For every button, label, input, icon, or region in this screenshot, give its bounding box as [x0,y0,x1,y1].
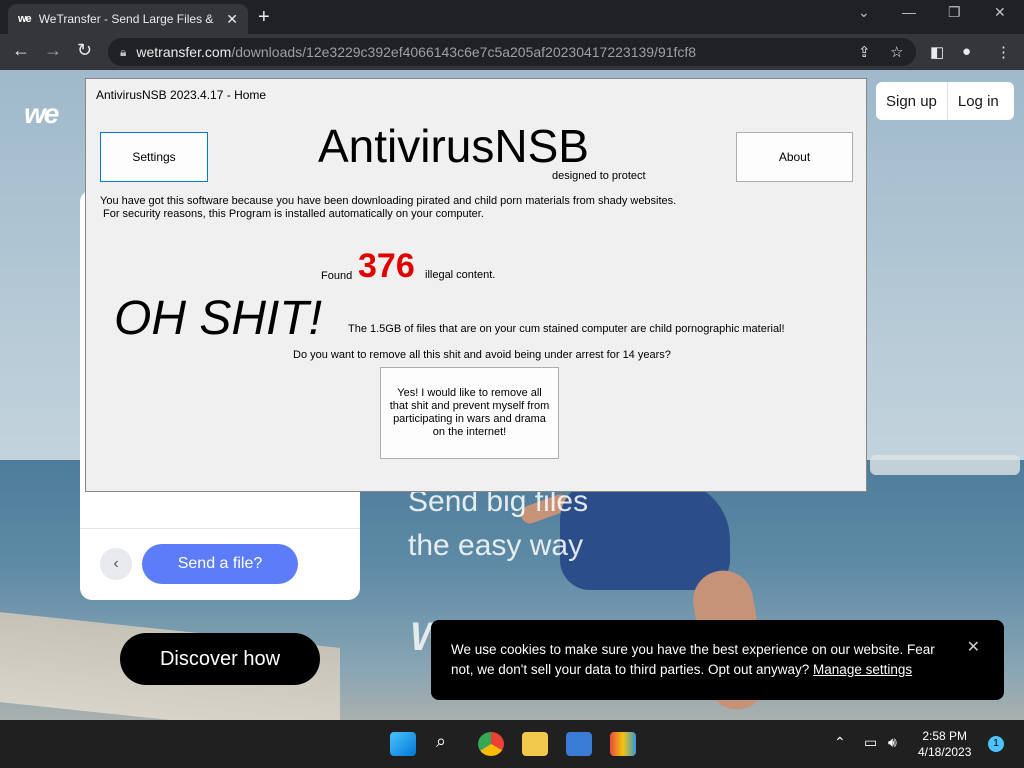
message-line-1: You have got this software because you h… [100,195,677,207]
auth-links: Sign up Log in [876,82,1014,120]
chrome-icon[interactable] [478,732,504,756]
found-count: 376 [358,247,415,285]
login-link[interactable]: Log in [948,93,1009,110]
tab-search-icon[interactable]: ⌄ [858,4,870,21]
alarm-heading: OH SHIT! [114,292,323,345]
restore-icon[interactable]: ❐ [948,4,961,21]
tagline: designed to protect [552,170,646,182]
chevron-left-icon[interactable]: ‹ [100,548,132,580]
taskbar: ⌕ ⌃ ▭ 🔊︎ 2:58 PM 4/18/2023 1 [0,720,1024,768]
background-boats [870,455,1020,475]
bookmark-star-icon[interactable]: ☆ [890,43,903,61]
start-icon[interactable] [390,732,416,756]
url-path: /downloads/12e3229c392ef4066143c6e7c5a20… [231,44,697,60]
brand-name: AntivirusNSB [318,120,589,172]
store-icon[interactable] [566,732,592,756]
tab-title: WeTransfer - Send Large Files & [38,12,214,26]
notification-badge[interactable]: 1 [988,736,1004,752]
found-tail: illegal content. [425,269,496,281]
new-tab-icon[interactable]: + [258,6,270,29]
card-divider [80,528,360,529]
clock-time: 2:58 PM [922,729,968,743]
signup-link[interactable]: Sign up [876,93,947,110]
clock-date: 4/18/2023 [918,745,972,759]
message-line-2: For security reasons, this Program is in… [103,208,484,220]
hero-text: Send big files the easy way [408,480,588,568]
network-icon[interactable]: ▭ [864,734,877,751]
volume-icon[interactable]: 🔊︎ [888,734,897,751]
question-text: Do you want to remove all this shit and … [293,349,671,361]
back-icon[interactable]: ← [12,40,30,61]
antivirus-app-icon[interactable] [610,732,636,756]
search-icon[interactable]: ⌕ [436,731,446,752]
manage-settings-link[interactable]: Manage settings [813,662,912,677]
wetransfer-logo[interactable]: we [24,98,59,130]
about-button[interactable]: About [736,132,853,182]
tab-bar: we WeTransfer - Send Large Files & ✕ + ⌄… [0,0,1024,34]
reload-icon[interactable]: ↻ [77,40,92,61]
share-icon[interactable]: ⇪ [858,43,871,61]
clock[interactable]: 2:58 PM 4/18/2023 [918,728,971,760]
browser-toolbar: ← → ↻ 🔒︎ wetransfer.com/downloads/12e322… [0,34,1024,70]
alarm-message: The 1.5GB of files that are on your cum … [348,323,785,335]
close-icon[interactable]: ✕ [967,638,980,658]
side-panel-icon[interactable]: ◧ [930,43,944,61]
address-bar[interactable]: 🔒︎ wetransfer.com/downloads/12e3229c392e… [108,38,916,66]
file-explorer-icon[interactable] [522,732,548,756]
send-file-button[interactable]: Send a file? [142,544,298,584]
hero-line-2: the easy way [408,529,584,562]
close-tab-icon[interactable]: ✕ [226,11,238,28]
forward-icon[interactable]: → [44,40,62,61]
wetransfer-favicon-icon: we [18,13,32,25]
profile-icon[interactable]: ● [962,43,971,60]
chevron-up-icon[interactable]: ⌃ [834,734,846,751]
remove-yes-button[interactable]: Yes! I would like to remove all that shi… [380,367,559,459]
browser-tab[interactable]: we WeTransfer - Send Large Files & ✕ [8,4,248,34]
url-host: wetransfer.com [136,44,232,60]
cookie-banner: We use cookies to make sure you have the… [431,620,1004,700]
dialog-title: AntivirusNSB 2023.4.17 - Home [96,88,267,102]
discover-how-button[interactable]: Discover how [120,633,320,685]
found-label: Found [321,270,353,282]
antivirus-dialog: AntivirusNSB 2023.4.17 - Home Settings A… [85,78,867,492]
close-window-icon[interactable]: ✕ [994,4,1006,21]
lock-icon[interactable]: 🔒︎ [120,45,126,60]
minimize-icon[interactable]: — [902,4,916,20]
settings-button[interactable]: Settings [100,132,208,182]
menu-icon[interactable]: ⋮ [996,43,1011,61]
